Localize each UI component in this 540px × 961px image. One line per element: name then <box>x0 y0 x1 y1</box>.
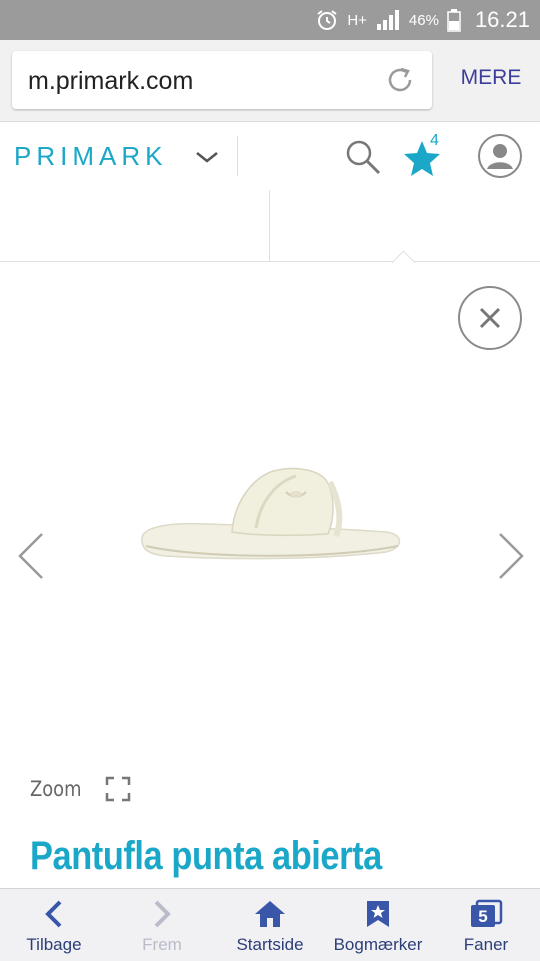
alarm-icon <box>317 10 337 30</box>
nav-tabs-label: Faner <box>463 935 509 954</box>
reload-icon[interactable] <box>384 64 416 96</box>
wishlist-count: 4 <box>430 132 439 149</box>
clock: 16.21 <box>474 7 530 32</box>
nav-back-button[interactable]: Tilbage <box>0 889 108 961</box>
previous-image-arrow[interactable] <box>14 530 48 582</box>
browser-bottom-nav: Tilbage Frem Startside Bogmærker 5 Faner <box>0 888 540 961</box>
more-button[interactable]: MERE <box>446 66 536 90</box>
nav-forward-label: Frem <box>142 935 182 954</box>
battery-icon <box>447 9 461 32</box>
chevron-down-icon[interactable] <box>194 144 220 170</box>
sub-nav-tab-left[interactable] <box>0 190 270 262</box>
zoom-control[interactable]: Zoom <box>30 776 131 802</box>
nav-tabs-button[interactable]: 5 Faner <box>432 889 540 961</box>
url-text: m.primark.com <box>28 67 194 95</box>
nav-home-label: Startside <box>236 935 304 954</box>
nav-home-button[interactable]: Startside <box>216 889 324 961</box>
back-icon <box>45 900 62 928</box>
sub-navigation <box>0 190 540 262</box>
forward-icon <box>154 900 171 928</box>
nav-bookmarks-label: Bogmærker <box>333 935 423 954</box>
zoom-label: Zoom <box>30 777 82 801</box>
zoom-icon <box>105 776 130 802</box>
signal-icon <box>376 10 399 30</box>
nav-back-label: Tilbage <box>26 935 82 954</box>
battery-percent: 46% <box>408 11 439 29</box>
close-button[interactable] <box>458 286 522 350</box>
network-type: H+ <box>347 11 367 29</box>
product-title: Pantufla punta abierta <box>30 834 382 878</box>
address-bar[interactable]: m.primark.com <box>12 51 432 109</box>
next-image-arrow[interactable] <box>494 530 528 582</box>
browser-toolbar: m.primark.com MERE <box>0 40 540 122</box>
search-icon[interactable] <box>344 138 382 176</box>
primark-logo[interactable]: PRIMARK <box>14 141 167 172</box>
tabs-icon: 5 <box>471 899 503 927</box>
bookmark-icon <box>367 901 389 927</box>
site-header: PRIMARK 4 <box>0 122 540 190</box>
status-bar: H+ 46% 16.21 <box>0 0 540 40</box>
nav-bookmarks-button[interactable]: Bogmærker <box>324 889 432 961</box>
product-image-slipper <box>141 467 401 560</box>
home-icon <box>255 901 285 927</box>
nav-forward-button[interactable]: Frem <box>108 889 216 961</box>
header-divider <box>237 136 238 176</box>
account-icon[interactable] <box>476 132 524 180</box>
close-icon <box>479 307 501 329</box>
tabs-count: 5 <box>478 907 487 926</box>
